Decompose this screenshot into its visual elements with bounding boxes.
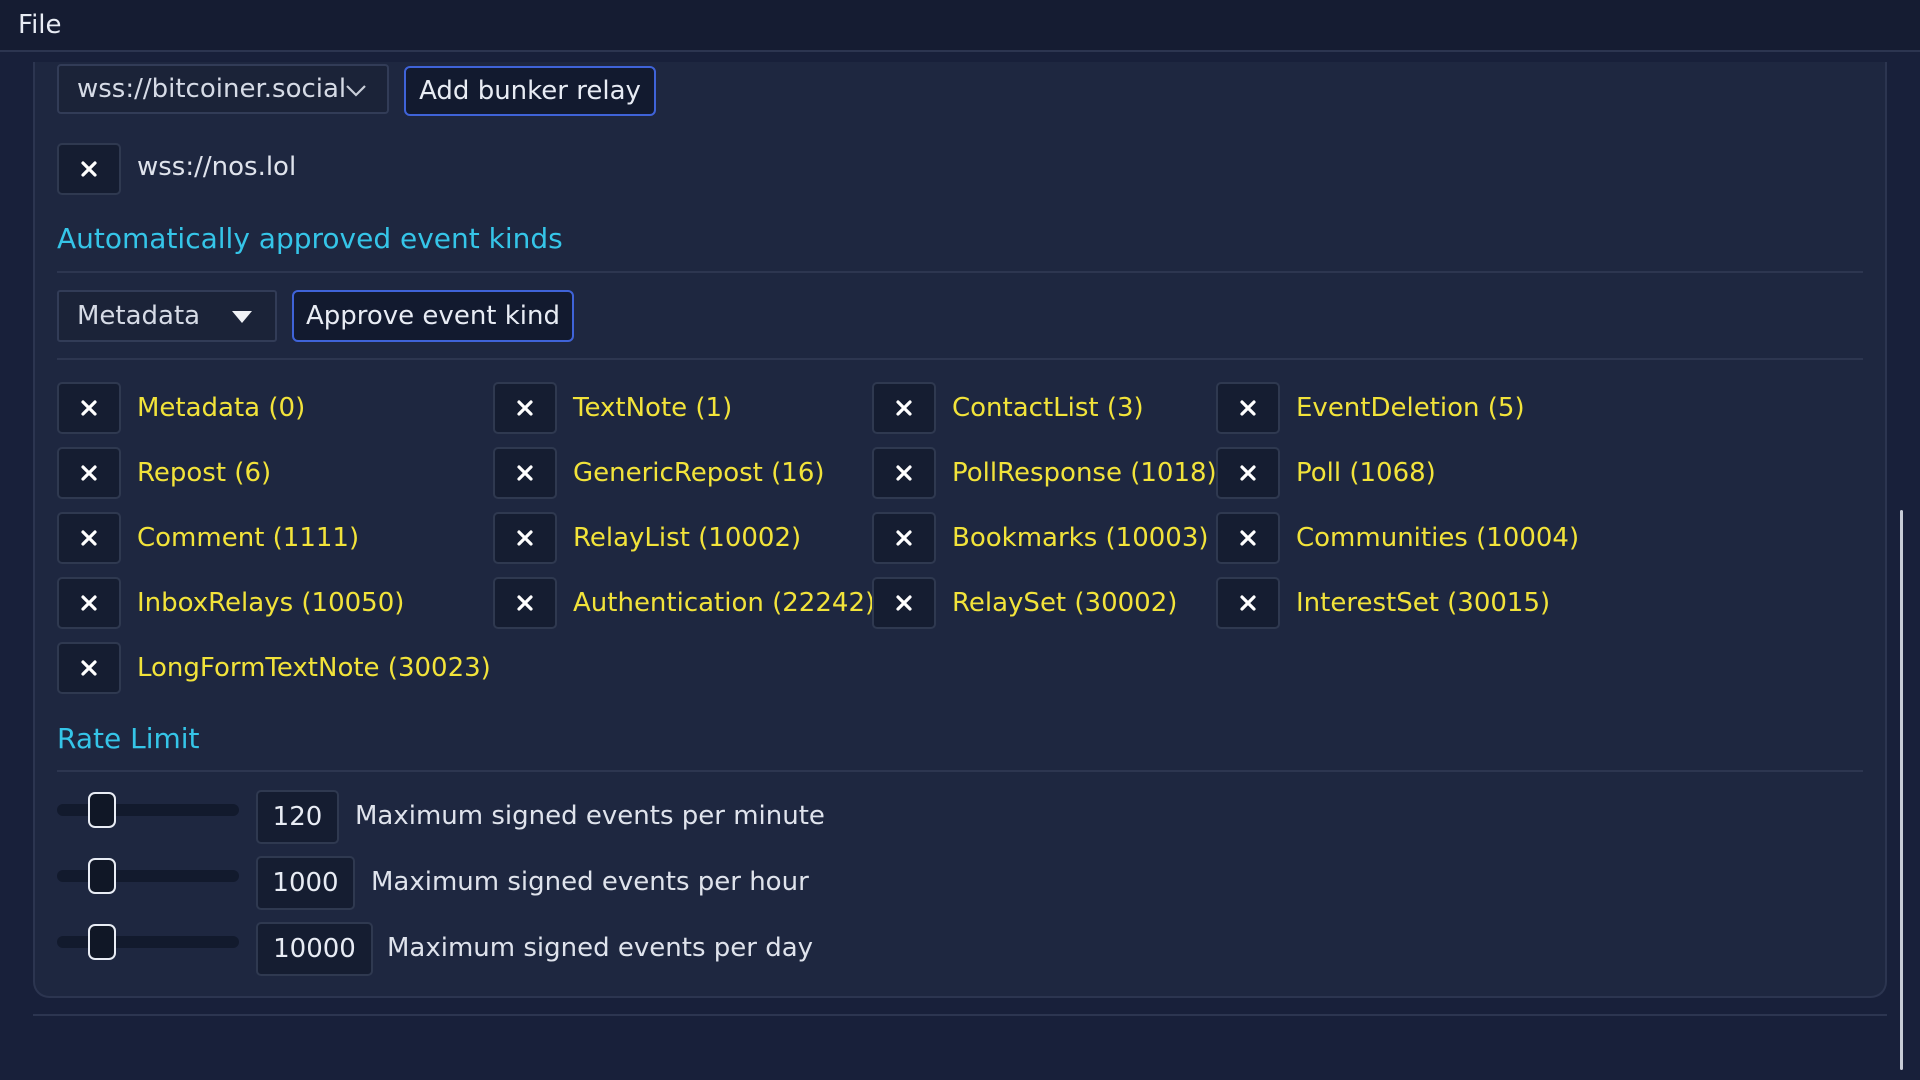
event-kind-label: RelaySet (30002) — [952, 588, 1178, 618]
close-icon — [1240, 400, 1256, 416]
bunker-relay-select-value: wss://bitcoiner.social — [77, 74, 347, 104]
close-icon — [81, 465, 97, 481]
event-kind-label: Bookmarks (10003) — [952, 523, 1209, 553]
caret-down-icon — [232, 311, 252, 323]
event-kinds-heading: Automatically approved event kinds — [57, 222, 563, 255]
close-icon — [517, 465, 533, 481]
event-kind-label: ContactList (3) — [952, 393, 1144, 423]
add-bunker-relay-label: Add bunker relay — [419, 76, 641, 106]
remove-kind-button[interactable] — [1216, 447, 1280, 499]
event-kind-label: TextNote (1) — [573, 393, 733, 423]
remove-kind-button[interactable] — [57, 577, 121, 629]
remove-kind-button[interactable] — [1216, 512, 1280, 564]
scrollbar[interactable] — [1900, 510, 1903, 1070]
approve-event-kind-label: Approve event kind — [305, 301, 561, 331]
event-kind-label: PollResponse (1018) — [952, 458, 1217, 488]
event-kind-label: Metadata (0) — [137, 393, 306, 423]
rate-per-hour-slider[interactable] — [57, 870, 239, 882]
event-kind-select[interactable]: Metadata — [57, 290, 277, 342]
footer-divider — [33, 1014, 1887, 1016]
event-kind-label: GenericRepost (16) — [573, 458, 825, 488]
menu-file[interactable]: File — [18, 10, 62, 40]
event-kind-label: InterestSet (30015) — [1296, 588, 1551, 618]
rate-per-hour-label: Maximum signed events per hour — [371, 867, 809, 897]
remove-kind-button[interactable] — [493, 512, 557, 564]
close-icon — [1240, 530, 1256, 546]
event-kind-label: Repost (6) — [137, 458, 272, 488]
remove-kind-button[interactable] — [1216, 382, 1280, 434]
chevron-down-icon — [346, 85, 366, 97]
event-kind-label: Communities (10004) — [1296, 523, 1580, 553]
event-kind-select-value: Metadata — [77, 301, 201, 331]
close-icon — [896, 595, 912, 611]
remove-kind-button[interactable] — [872, 577, 936, 629]
remove-kind-button[interactable] — [872, 447, 936, 499]
rate-per-day-slider[interactable] — [57, 936, 239, 948]
remove-kind-button[interactable] — [493, 577, 557, 629]
event-kind-label: Comment (1111) — [137, 523, 360, 553]
event-kind-label: EventDeletion (5) — [1296, 393, 1525, 423]
event-kind-label: Authentication (22242) — [573, 588, 876, 618]
close-icon — [517, 595, 533, 611]
close-icon — [896, 465, 912, 481]
close-icon — [1240, 465, 1256, 481]
rate-limit-heading: Rate Limit — [57, 722, 200, 755]
event-kinds-list-divider — [57, 358, 1863, 360]
rate-per-hour-slider-handle[interactable] — [88, 858, 116, 894]
rate-per-minute-slider[interactable] — [57, 804, 239, 816]
remove-kind-button[interactable] — [57, 512, 121, 564]
close-icon — [81, 400, 97, 416]
approve-event-kind-button[interactable]: Approve event kind — [292, 290, 574, 342]
close-icon — [81, 161, 97, 177]
event-kind-label: Poll (1068) — [1296, 458, 1436, 488]
remove-relay-button[interactable] — [57, 143, 121, 195]
relay-item-label: wss://nos.lol — [137, 152, 297, 182]
event-kind-label: InboxRelays (10050) — [137, 588, 405, 618]
remove-kind-button[interactable] — [493, 447, 557, 499]
close-icon — [517, 400, 533, 416]
remove-kind-button[interactable] — [872, 382, 936, 434]
event-kinds-divider — [57, 271, 1863, 273]
remove-kind-button[interactable] — [57, 642, 121, 694]
close-icon — [81, 595, 97, 611]
remove-kind-button[interactable] — [57, 382, 121, 434]
close-icon — [896, 530, 912, 546]
rate-per-day-slider-handle[interactable] — [88, 924, 116, 960]
menu-bar: File — [0, 0, 1920, 52]
event-kind-label: RelayList (10002) — [573, 523, 802, 553]
close-icon — [1240, 595, 1256, 611]
close-icon — [81, 660, 97, 676]
rate-per-minute-slider-handle[interactable] — [88, 792, 116, 828]
rate-per-minute-label: Maximum signed events per minute — [355, 801, 825, 831]
rate-per-hour-input[interactable]: 1000 — [256, 856, 355, 910]
close-icon — [81, 530, 97, 546]
rate-per-minute-input[interactable]: 120 — [256, 790, 339, 844]
close-icon — [896, 400, 912, 416]
remove-kind-button[interactable] — [493, 382, 557, 434]
bunker-relay-select[interactable]: wss://bitcoiner.social — [57, 64, 389, 114]
add-bunker-relay-button[interactable]: Add bunker relay — [404, 66, 656, 116]
close-icon — [517, 530, 533, 546]
event-kind-label: LongFormTextNote (30023) — [137, 653, 491, 683]
remove-kind-button[interactable] — [57, 447, 121, 499]
remove-kind-button[interactable] — [1216, 577, 1280, 629]
rate-per-day-input[interactable]: 10000 — [256, 922, 373, 976]
rate-limit-divider — [57, 770, 1863, 772]
remove-kind-button[interactable] — [872, 512, 936, 564]
rate-per-day-label: Maximum signed events per day — [387, 933, 814, 963]
